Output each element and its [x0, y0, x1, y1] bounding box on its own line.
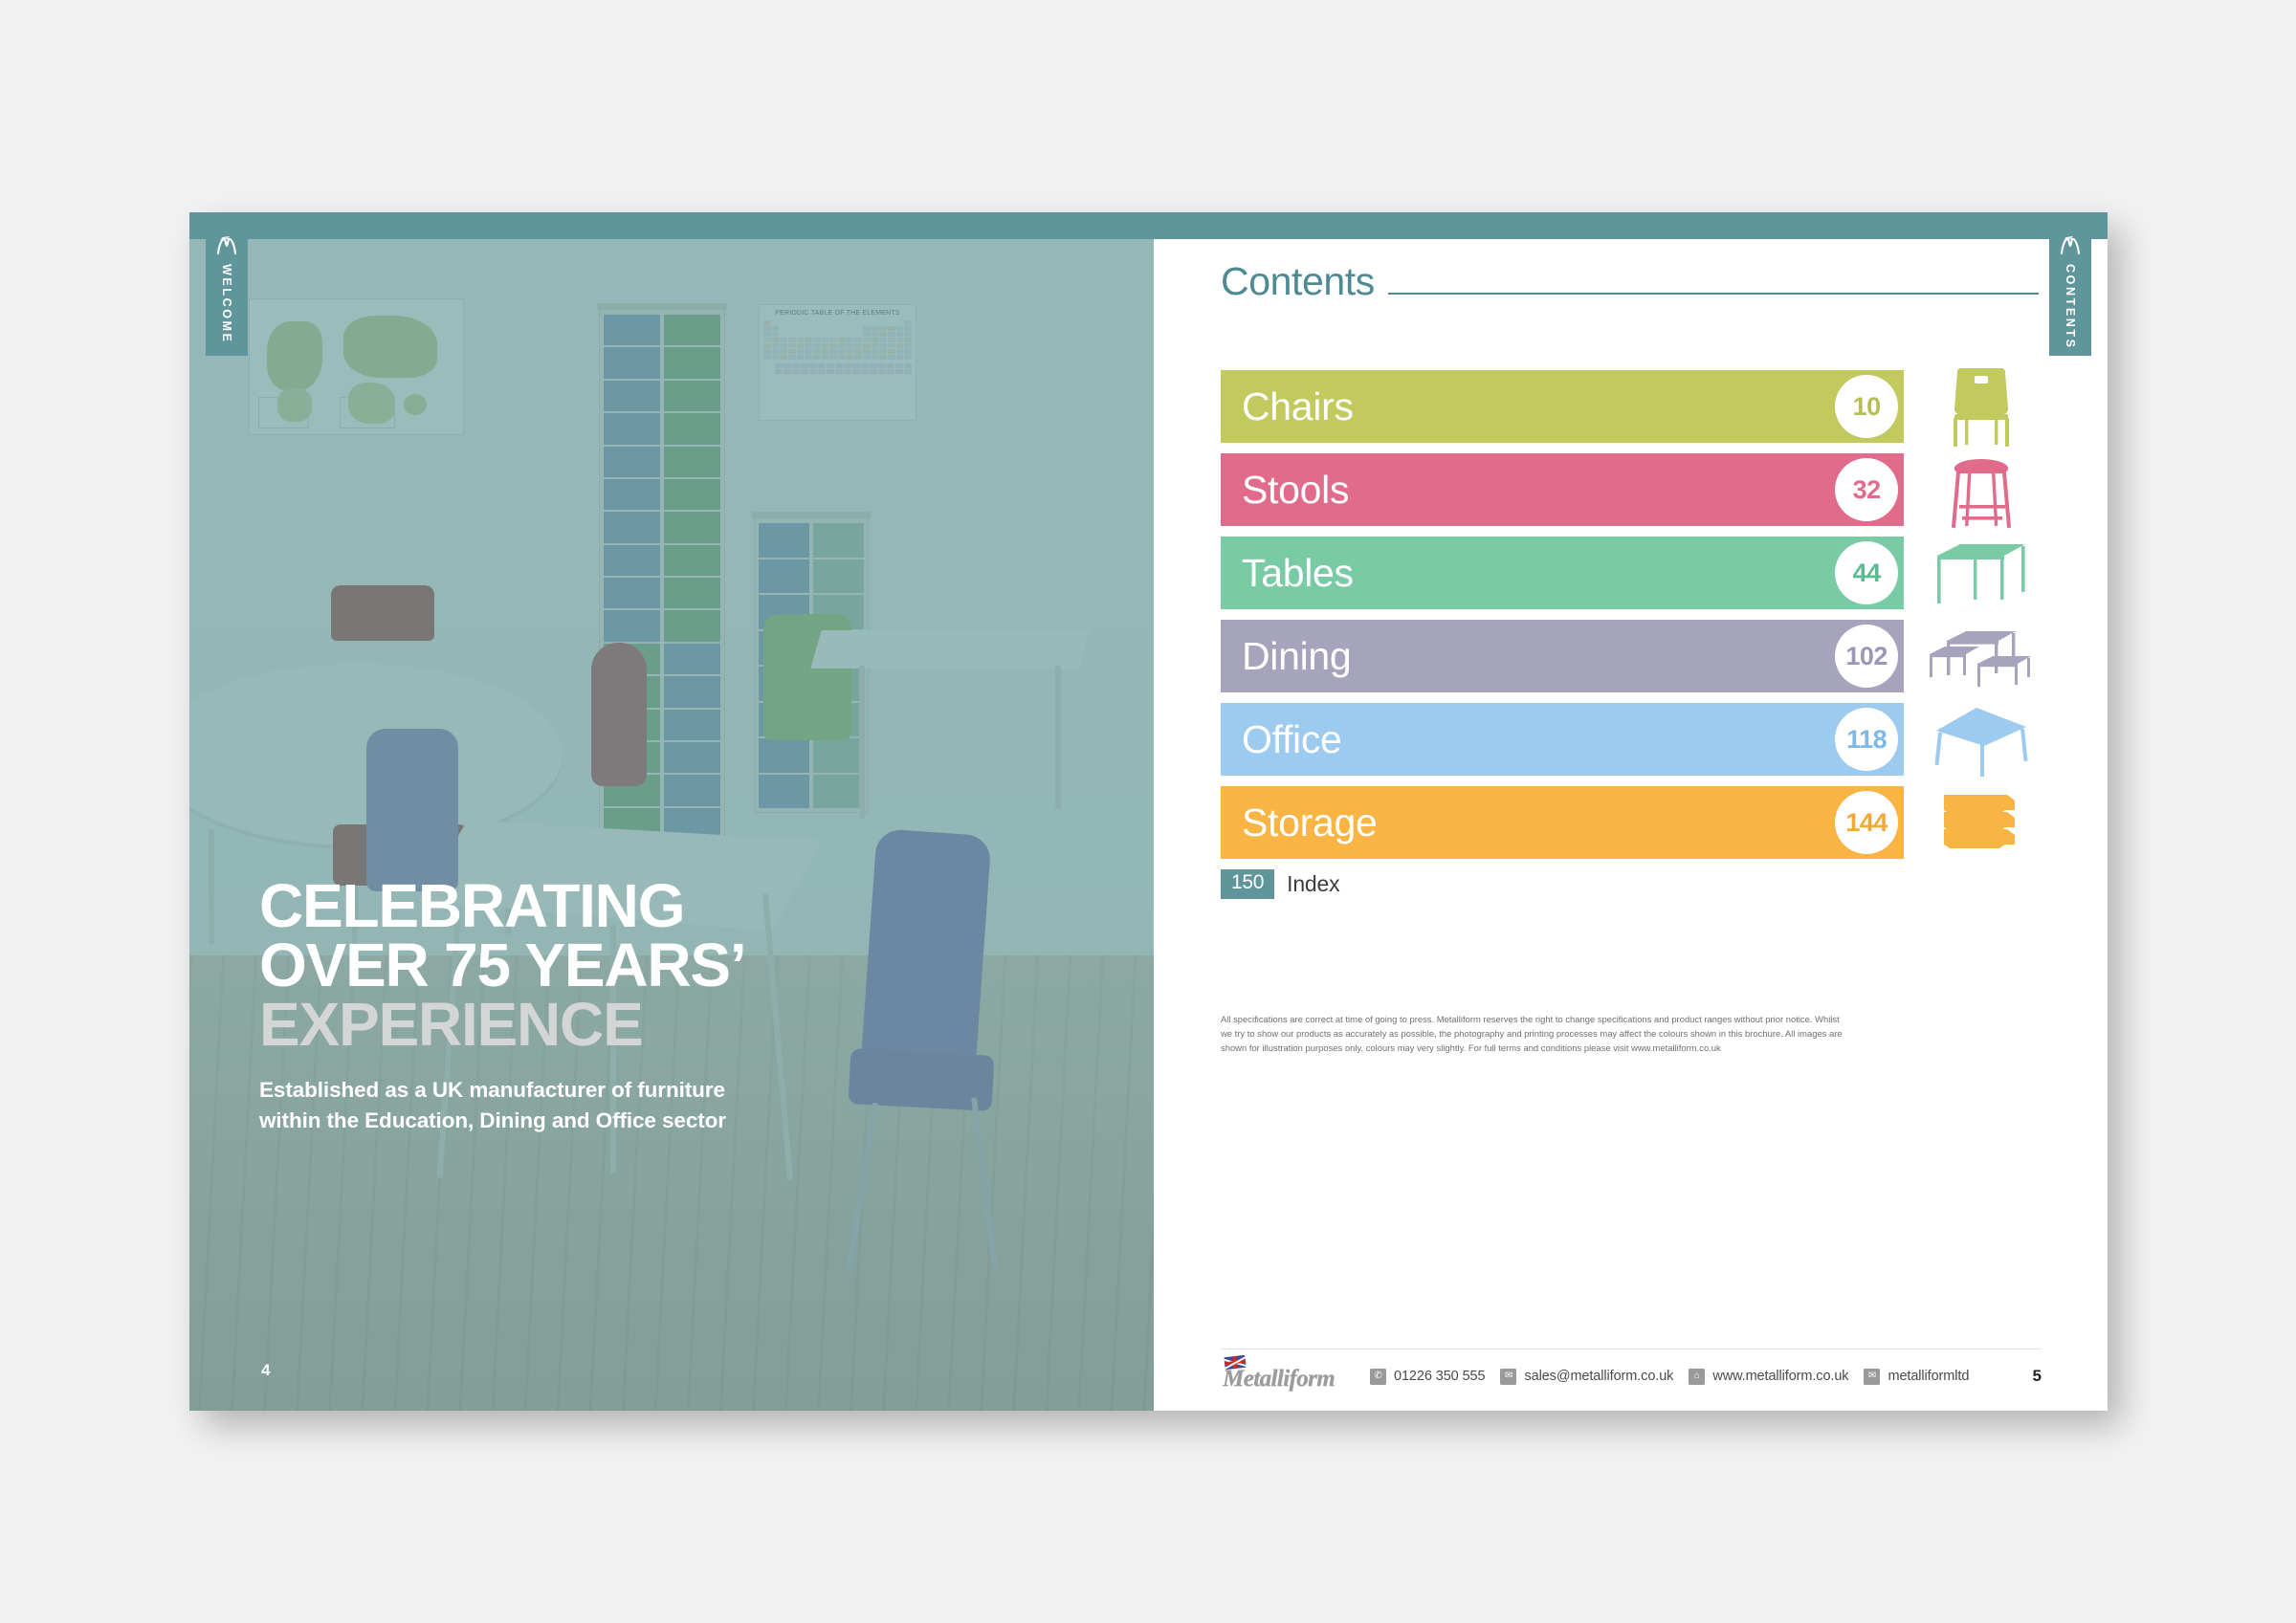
footer-twitter[interactable]: ✉ metalliformltd: [1864, 1368, 1970, 1385]
contents-page-badge: 102: [1835, 625, 1899, 688]
contents-item-office[interactable]: Office 118: [1221, 703, 2043, 777]
contents-item-index[interactable]: 150 Index: [1221, 869, 2043, 899]
table-icon: [1937, 544, 2026, 603]
sidebar-tab-contents[interactable]: CONTENTS: [2049, 212, 2091, 356]
dining-bench-icon: [1919, 615, 2043, 697]
envelope-icon: ✉: [1500, 1368, 1517, 1385]
subheading-line-2: within the Education, Dining and Office …: [259, 1108, 726, 1133]
metalliform-m-logo-icon: [214, 233, 239, 258]
contents-item-tables[interactable]: Tables 44: [1221, 537, 2043, 609]
footer-phone-text: 01226 350 555: [1394, 1369, 1486, 1384]
contents-list: Chairs 10 Stools 32 Tables 44 Dining 102…: [1221, 368, 2043, 908]
contents-item-label: Dining: [1242, 633, 1352, 678]
contents-bar[interactable]: Dining 102: [1221, 620, 1905, 692]
contents-item-storage[interactable]: Storage 144: [1221, 786, 2043, 859]
headline-line-3: EXPERIENCE: [259, 989, 644, 1059]
storage-trays-icon: [1944, 795, 2016, 848]
contents-page-badge: 144: [1835, 791, 1899, 854]
office-desk-icon: [1934, 708, 2028, 777]
phone-icon: ✆: [1370, 1368, 1386, 1385]
contents-bar[interactable]: Stools 32: [1221, 453, 1905, 526]
footer-email[interactable]: ✉ sales@metalliform.co.uk: [1500, 1368, 1674, 1385]
union-jack-flag-icon: [1224, 1354, 1247, 1371]
right-page-top-band: [1154, 212, 2108, 239]
sidebar-tab-welcome[interactable]: WELCOME: [206, 212, 248, 356]
page-number-right: 5: [2032, 1367, 2042, 1385]
headline-line-2: OVER 75 YEARS’: [259, 930, 747, 999]
photo-teal-overlay-2: [189, 212, 1154, 1411]
headline-line-1: CELEBRATING: [259, 870, 685, 940]
footer-phone[interactable]: ✆ 01226 350 555: [1370, 1368, 1486, 1385]
chair-icon: [1919, 365, 2043, 448]
contents-bar[interactable]: Chairs 10: [1221, 370, 1905, 443]
metalliform-m-logo-icon: [2058, 233, 2083, 258]
right-page-contents: CONTENTS Contents Chairs 10 Stools 32 Tabl…: [1154, 212, 2108, 1411]
twitter-bird-icon: ✉: [1864, 1368, 1881, 1385]
contents-header: Contents: [1221, 262, 2039, 301]
footer-website[interactable]: ⌂ www.metalliform.co.uk: [1689, 1368, 1849, 1385]
table-icon: [1919, 532, 2043, 614]
page-number-left: 4: [261, 1361, 271, 1379]
title-divider: [1387, 293, 2039, 295]
subheading-line-1: Established as a UK manufacturer of furn…: [259, 1077, 725, 1102]
contents-item-label: Storage: [1242, 800, 1378, 844]
left-page-welcome: PERIODIC TABLE OF THE ELEMENTS: [189, 212, 1154, 1411]
contents-item-label: Chairs: [1242, 384, 1354, 428]
contents-page-badge: 44: [1835, 541, 1899, 604]
brand-wordmark: Metalliform: [1223, 1366, 1336, 1392]
contents-page-badge: 32: [1835, 458, 1899, 521]
contents-item-label: Tables: [1242, 550, 1354, 595]
page-title: Contents: [1221, 259, 1375, 303]
contents-item-label: Office: [1242, 716, 1342, 761]
footer-twitter-text: metalliformltd: [1888, 1369, 1970, 1384]
contents-bar[interactable]: Office 118: [1221, 703, 1905, 776]
contents-page-badge: 118: [1835, 708, 1899, 771]
page-footer: Metalliform ✆ 01226 350 555 ✉ sales@meta…: [1221, 1354, 2042, 1393]
chair-icon: [1954, 368, 2010, 447]
contents-page-badge: 10: [1835, 375, 1899, 438]
dining-bench-icon: [1930, 631, 2032, 687]
footer-email-text: sales@metalliform.co.uk: [1524, 1369, 1674, 1384]
contents-bar[interactable]: Storage 144: [1221, 786, 1905, 859]
stool-icon: [1952, 459, 2012, 528]
contents-item-stools[interactable]: Stools 32: [1221, 453, 2043, 528]
contents-item-label: Stools: [1242, 467, 1350, 512]
sidebar-tab-contents-label: CONTENTS: [2064, 264, 2077, 350]
sidebar-tab-welcome-label: WELCOME: [220, 264, 233, 344]
classroom-photo: PERIODIC TABLE OF THE ELEMENTS: [189, 212, 1154, 1411]
storage-trays-icon: [1919, 781, 2043, 864]
index-label: Index: [1287, 870, 1340, 896]
metalliform-logo: Metalliform: [1221, 1354, 1355, 1393]
index-page-chip: 150: [1221, 869, 1275, 899]
office-desk-icon: [1919, 698, 2043, 780]
contents-bar[interactable]: Tables 44: [1221, 537, 1905, 609]
home-icon: ⌂: [1689, 1368, 1706, 1385]
contents-item-chairs[interactable]: Chairs 10: [1221, 368, 2043, 447]
disclaimer-text: All specifications are correct at time o…: [1221, 1014, 1843, 1054]
left-page-top-band: [189, 212, 1154, 239]
welcome-headline: CELEBRATING OVER 75 YEARS’ EXPERIENCE Es…: [259, 870, 929, 1137]
brochure-spread: PERIODIC TABLE OF THE ELEMENTS: [189, 212, 2108, 1411]
stool-icon: [1919, 449, 2043, 531]
contents-item-dining[interactable]: Dining 102: [1221, 620, 2043, 692]
welcome-subheading: Established as a UK manufacturer of furn…: [259, 1075, 929, 1137]
footer-website-text: www.metalliform.co.uk: [1712, 1369, 1849, 1384]
